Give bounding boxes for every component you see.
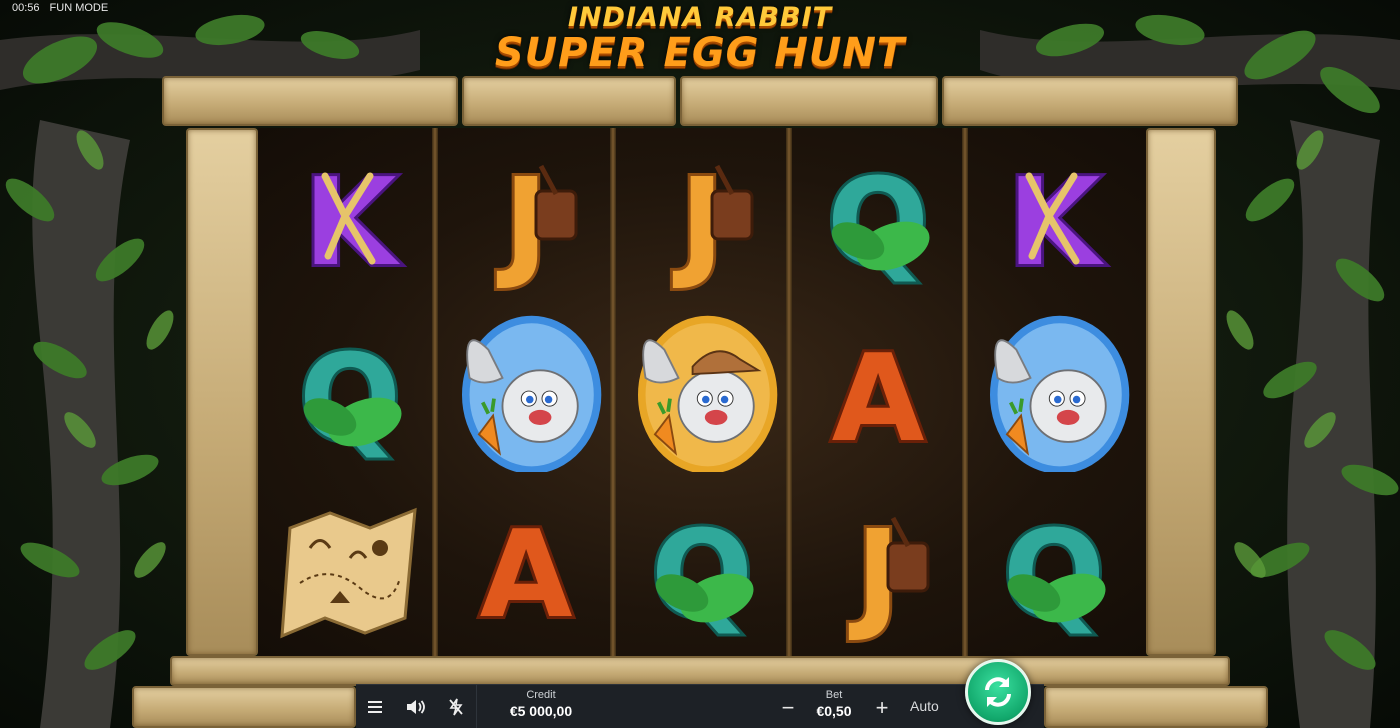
- frame-top-stone-4: [942, 76, 1238, 126]
- frame-base-right: [1044, 686, 1268, 728]
- reel-divider: [786, 128, 792, 656]
- frame-top-stone-2: [462, 76, 676, 126]
- frame-right-pillar: [1146, 128, 1216, 656]
- symbol-q: Q: [798, 136, 958, 296]
- bet-label: Bet: [825, 689, 843, 701]
- menu-button[interactable]: [356, 685, 396, 728]
- symbol-map-scatter: [270, 488, 430, 648]
- frame-bottom-stone: [170, 656, 1230, 686]
- bet-increase-button[interactable]: +: [870, 695, 894, 721]
- credit-label: Credit: [526, 689, 556, 701]
- symbol-a: A: [798, 312, 958, 472]
- bet-decrease-button[interactable]: −: [776, 695, 800, 721]
- symbol-rabbit-egg-blue: [446, 312, 606, 472]
- symbol-rabbit-egg-blue: [974, 312, 1134, 472]
- symbol-k: K: [270, 136, 430, 296]
- lightning-off-icon: [449, 698, 463, 715]
- reel-divider: [962, 128, 968, 656]
- frame-top-stone-1: [162, 76, 458, 126]
- frame-left-pillar: [186, 128, 258, 656]
- symbol-q: Q: [270, 312, 430, 472]
- symbol-j: J: [798, 488, 958, 648]
- menu-icon: [368, 700, 382, 713]
- bet-value: €0,50: [816, 703, 852, 719]
- symbol-q: Q: [974, 488, 1134, 648]
- spin-button[interactable]: [965, 659, 1031, 725]
- game-title-line2: SUPER EGG HUNT: [494, 30, 906, 76]
- control-bar: Credit €5 000,00 − Bet €0,50 + Auto: [356, 684, 1044, 728]
- frame-top-stone-3: [680, 76, 938, 126]
- game-title-line1: INDIANA RABBIT: [567, 2, 833, 33]
- symbol-k: K: [974, 136, 1134, 296]
- symbol-j: J: [622, 136, 782, 296]
- turbo-button[interactable]: [436, 685, 476, 728]
- svg-text:A: A: [480, 506, 573, 645]
- credit-value: €5 000,00: [509, 703, 573, 719]
- symbol-q: Q: [622, 488, 782, 648]
- symbol-rabbit-egg-gold: [622, 312, 782, 472]
- sound-button[interactable]: [396, 685, 436, 728]
- svg-text:A: A: [832, 330, 925, 469]
- reel-divider: [610, 128, 616, 656]
- credit-display: Credit €5 000,00: [478, 689, 604, 719]
- autoplay-button[interactable]: Auto: [910, 698, 939, 714]
- speaker-icon: [407, 699, 425, 714]
- spin-arrows-icon: [985, 677, 1011, 707]
- symbol-a: A: [446, 488, 606, 648]
- reel-divider: [432, 128, 438, 656]
- bar-separator: [476, 684, 477, 728]
- symbol-j: J: [446, 136, 606, 296]
- frame-base-left: [132, 686, 356, 728]
- bet-display: Bet €0,50: [804, 689, 864, 719]
